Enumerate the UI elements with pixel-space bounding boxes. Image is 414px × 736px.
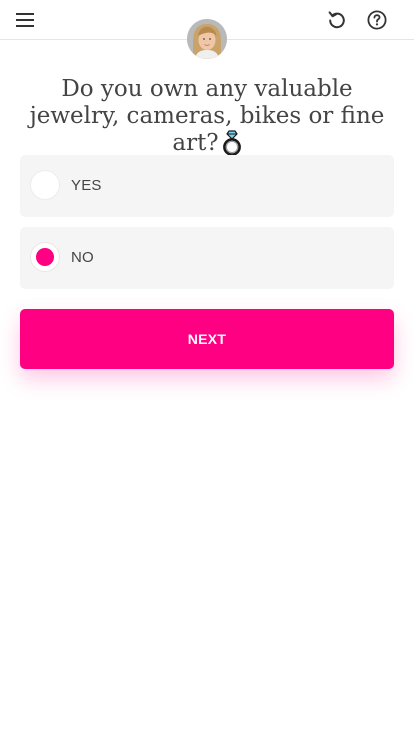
radio-no[interactable] <box>30 242 60 272</box>
option-no[interactable]: NO <box>20 227 394 289</box>
help-circle-icon <box>367 10 387 30</box>
undo-button[interactable] <box>326 9 348 31</box>
option-no-label: NO <box>71 249 94 266</box>
screen: Do you own any valuable jewelry, cameras… <box>0 0 414 736</box>
hamburger-menu-icon <box>16 13 34 27</box>
avatar-photo <box>187 19 227 59</box>
help-button[interactable] <box>366 9 388 31</box>
question-text: Do you own any valuable jewelry, cameras… <box>29 76 385 156</box>
question-heading: Do you own any valuable jewelry, cameras… <box>14 76 400 163</box>
option-yes[interactable]: YES <box>20 155 394 217</box>
radio-selected-dot <box>36 248 54 266</box>
undo-icon <box>328 11 345 29</box>
option-yes-label: YES <box>71 177 102 194</box>
radio-yes[interactable] <box>30 170 60 200</box>
agent-avatar <box>187 19 227 59</box>
menu-button[interactable] <box>14 10 36 30</box>
next-button[interactable]: NEXT <box>20 309 394 369</box>
